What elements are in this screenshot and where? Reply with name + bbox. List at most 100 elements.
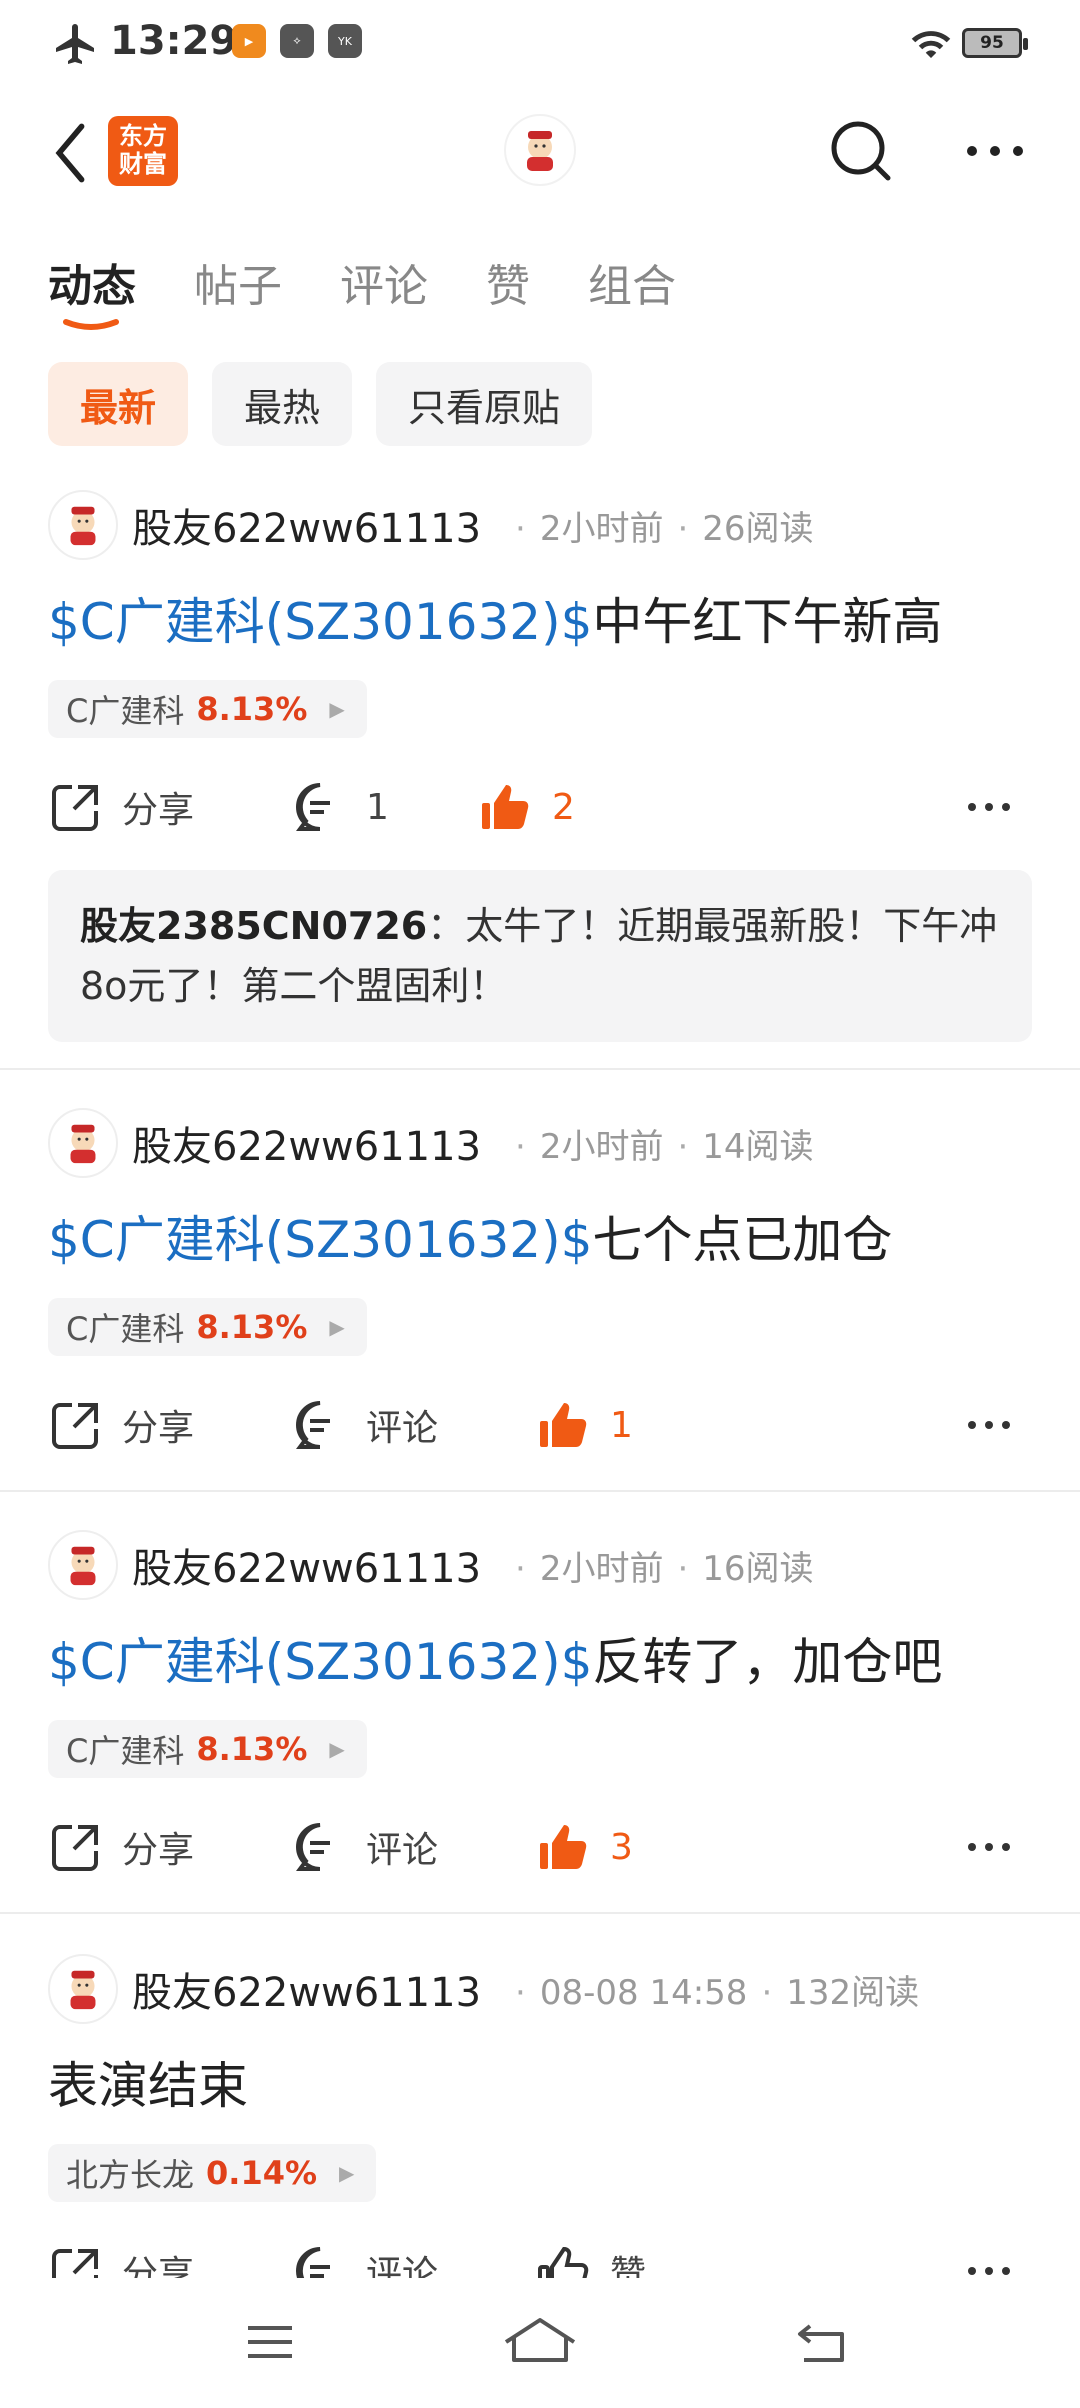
stock-tag[interactable]: C广建科 8.13% ▶ [48,1298,367,1356]
like-button[interactable]: 赞 [536,2236,646,2278]
post-title[interactable]: $C广建科(SZ301632)$反转了，加仓吧 [48,1622,942,1694]
like-button[interactable]: 2 [478,772,575,842]
more-dots-icon [968,2267,1010,2275]
post-item[interactable]: 股友622ww61113 · 2小时前 · 14阅读 $C广建科(SZ301632)$… [0,1108,1080,1488]
home-icon[interactable] [500,2312,580,2372]
stock-link[interactable]: $C广建科(SZ301632)$ [48,1211,592,1269]
stock-tag[interactable]: 北方长龙 0.14% ▶ [48,2144,377,2202]
tab-portfolio[interactable]: 组合 [588,250,676,320]
top-nav-bar: 东方 财富 [0,100,1080,210]
tab-bar: 动态 帖子 评论 赞 组合 [48,250,734,320]
user-avatar[interactable] [48,490,118,560]
more-dots-icon [968,1421,1010,1429]
more-options-icon[interactable] [960,126,1030,176]
post-meta: · 08-08 14:58 · 132阅读 [515,1972,920,2013]
stock-link[interactable]: $C广建科(SZ301632)$ [48,593,592,651]
share-icon [52,785,98,831]
username[interactable]: 股友622ww61113 [132,1960,481,2018]
post-title[interactable]: 表演结束 [48,2046,248,2118]
share-button[interactable]: 分享 [48,2236,194,2278]
comment-button[interactable]: 1 [292,772,389,842]
post-item[interactable]: 股友622ww61113 · 08-08 14:58 · 132阅读 表演结束 北方长… [0,1954,1080,2278]
recent-apps-icon[interactable] [240,2312,300,2372]
username[interactable]: 股友622ww61113 [132,496,481,554]
filter-chips: 最新 最热 只看原贴 [48,362,593,446]
wifi-icon [911,31,951,58]
post-title[interactable]: $C广建科(SZ301632)$七个点已加仓 [48,1200,892,1272]
triangle-right-icon: ▶ [339,2161,355,2185]
stock-tag[interactable]: C广建科 8.13% ▶ [48,1720,367,1778]
share-icon [52,1825,98,1871]
triangle-right-icon: ▶ [329,697,345,721]
share-button[interactable]: 分享 [48,1812,194,1882]
tab-likes[interactable]: 赞 [486,250,530,320]
thumbs-up-filled-icon [540,1403,587,1447]
post-header: 股友622ww61113 · 08-08 14:58 · 132阅读 [48,1954,919,2024]
search-icon[interactable] [826,116,896,186]
post-header: 股友622ww61113 · 2小时前 · 16阅读 [48,1530,814,1600]
comment-button[interactable]: 评论 [292,1812,438,1882]
tab-dynamics[interactable]: 动态 [48,250,136,320]
user-avatar[interactable] [48,1954,118,2024]
thumbs-up-filled-icon [482,785,529,829]
like-button[interactable]: 3 [536,1812,633,1882]
post-more-button[interactable] [964,772,1032,842]
reply-username[interactable]: 股友2385CN0726 [80,904,427,948]
post-more-button[interactable] [964,1812,1032,1882]
thumbs-up-filled-icon [540,1825,587,1869]
triangle-right-icon: ▶ [329,1315,345,1339]
user-avatar[interactable] [48,1530,118,1600]
post-header: 股友622ww61113 · 2小时前 · 26阅读 [48,490,814,560]
video-app-icon: ▶ [232,24,266,58]
divider [0,1068,1080,1070]
post-title[interactable]: $C广建科(SZ301632)$中午红下午新高 [48,582,942,654]
caishen-avatar-icon [70,1546,96,1586]
post-item[interactable]: 股友622ww61113 · 2小时前 · 26阅读 $C广建科(SZ301632)$… [0,490,1080,1070]
post-more-button[interactable] [964,1390,1032,1460]
leaf-app-icon: ⟡ [280,24,314,58]
airplane-mode-icon [56,24,94,64]
user-avatar[interactable] [48,1108,118,1178]
active-tab-indicator [63,319,119,330]
tab-comments[interactable]: 评论 [340,250,428,320]
divider [0,1912,1080,1914]
share-button[interactable]: 分享 [48,1390,194,1460]
comment-icon [296,2247,330,2278]
tab-posts[interactable]: 帖子 [194,250,282,320]
filter-original-only[interactable]: 只看原贴 [376,362,593,446]
post-more-button[interactable] [964,2236,1032,2278]
caishen-avatar-icon [527,131,553,171]
comment-button[interactable]: 评论 [292,1390,438,1460]
youku-app-icon: YK [328,24,362,58]
profile-avatar[interactable] [504,114,576,186]
post-actions: 分享 1 2 [48,772,1032,842]
post-meta: · 2小时前 · 16阅读 [515,1548,814,1589]
post-header: 股友622ww61113 · 2小时前 · 14阅读 [48,1108,814,1178]
caishen-avatar-icon [70,1124,96,1164]
notification-icons: ▶ ⟡ YK [232,24,362,58]
caishen-avatar-icon [70,1970,96,2010]
like-button[interactable]: 1 [536,1390,633,1460]
post-meta: · 2小时前 · 26阅读 [515,508,814,549]
share-button[interactable]: 分享 [48,772,194,842]
triangle-right-icon: ▶ [329,1737,345,1761]
system-nav-bar [0,2278,1080,2408]
back-arrow-icon[interactable] [44,118,94,188]
post-item[interactable]: 股友622ww61113 · 2小时前 · 16阅读 $C广建科(SZ301632)$… [0,1530,1080,1910]
filter-hottest[interactable]: 最热 [212,362,353,446]
post-actions: 分享 评论 1 [48,1390,1032,1460]
status-time: 13:29 [110,18,238,64]
post-actions: 分享 评论 3 [48,1812,1032,1882]
caishen-avatar-icon [70,506,96,546]
username[interactable]: 股友622ww61113 [132,1536,481,1594]
username[interactable]: 股友622ww61113 [132,1114,481,1172]
stock-link[interactable]: $C广建科(SZ301632)$ [48,1633,592,1691]
stock-tag[interactable]: C广建科 8.13% ▶ [48,680,367,738]
more-dots-icon [968,1843,1010,1851]
back-nav-icon[interactable] [792,2312,852,2372]
comment-button[interactable]: 评论 [292,2236,438,2278]
filter-latest[interactable]: 最新 [48,362,189,446]
divider [0,1490,1080,1492]
status-bar: 13:29 ▶ ⟡ YK 95 [0,0,1080,90]
top-reply[interactable]: 股友2385CN0726：太牛了！近期最强新股！下午冲8o元了！第二个盟固利！ [48,870,1032,1042]
